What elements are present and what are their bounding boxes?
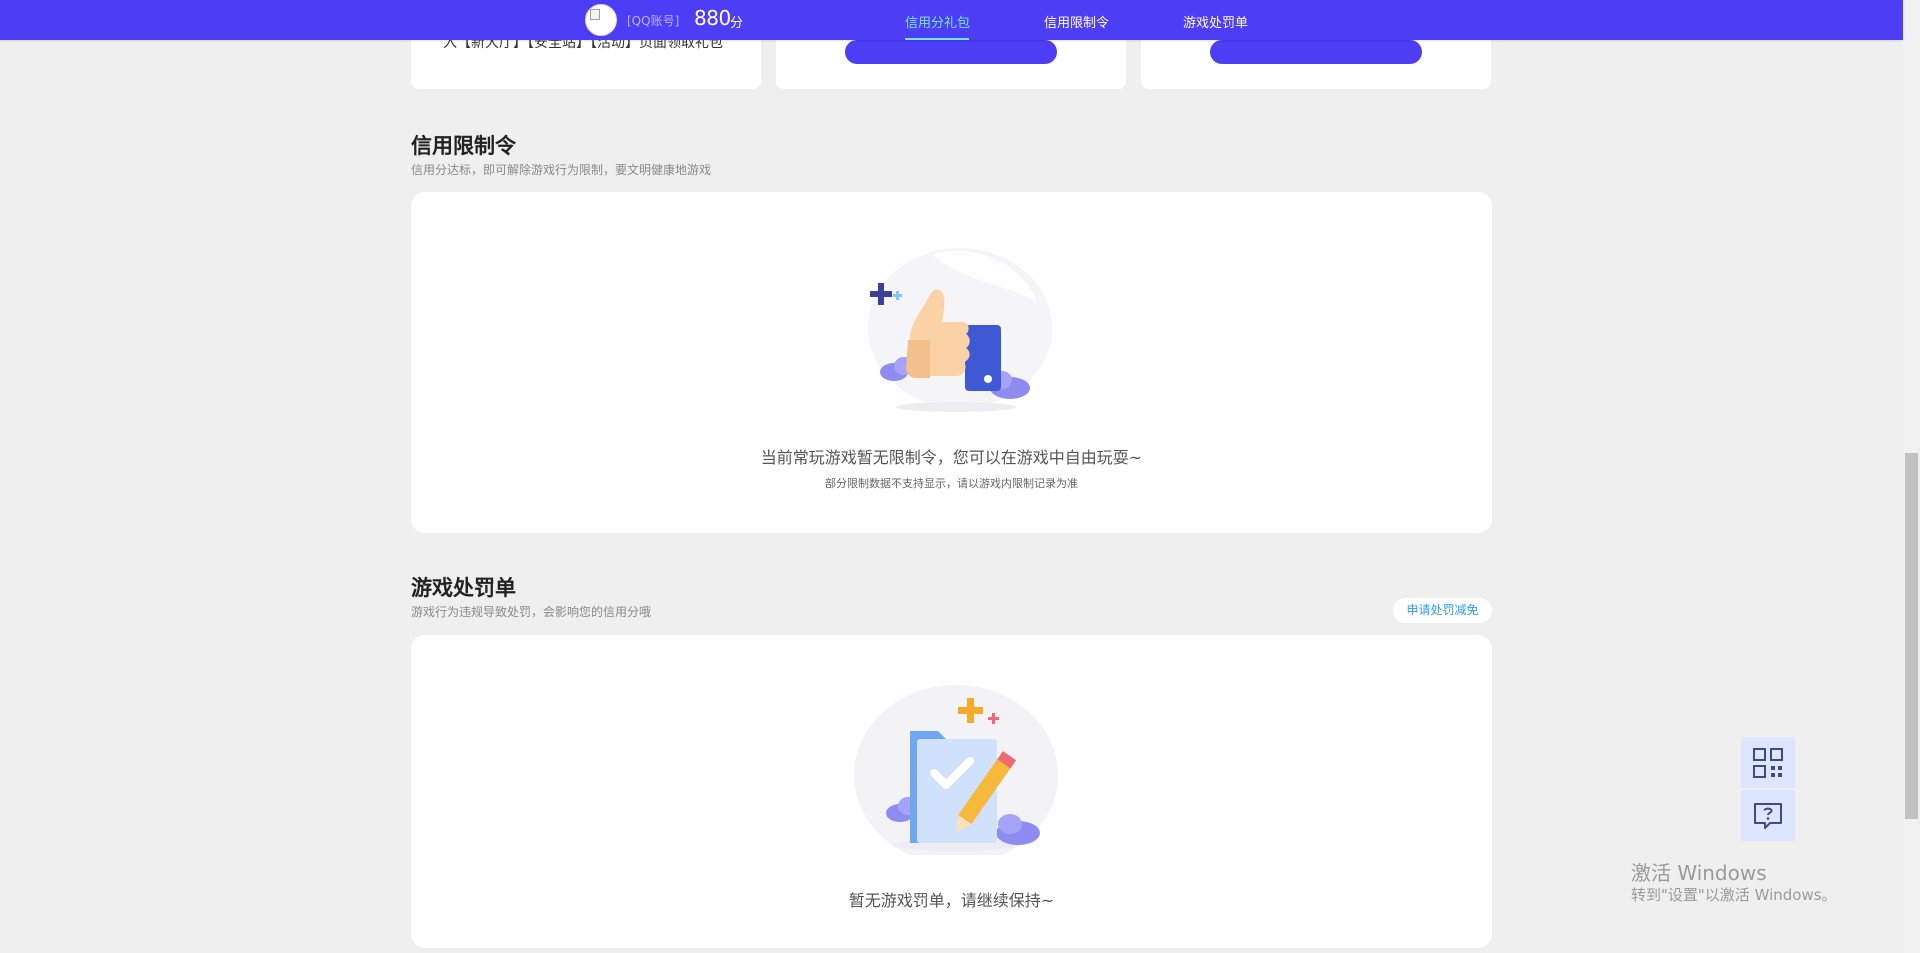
restriction-section-subtitle: 信用分达标，即可解除游戏行为限制，要文明健康地游戏 — [411, 163, 712, 177]
feedback-icon — [1754, 803, 1782, 829]
restriction-note: 部分限制数据不支持显示，请以游戏内限制记录为准 — [825, 477, 1078, 490]
gift-card-button[interactable] — [1210, 40, 1422, 64]
restriction-card: 当前常玩游戏暂无限制令，您可以在游戏中自由玩耍~ 部分限制数据不支持显示，请以游… — [411, 192, 1492, 533]
broken-image-icon — [590, 9, 600, 20]
penalty-section-title: 游戏处罚单 — [411, 576, 516, 600]
restriction-empty-text: 当前常玩游戏暂无限制令，您可以在游戏中自由玩耍~ — [760, 448, 1143, 467]
qr-code-icon — [1753, 748, 1783, 778]
feedback-button[interactable] — [1741, 790, 1795, 841]
gift-card-button[interactable] — [845, 40, 1057, 64]
penalty-empty-text: 暂无游戏罚单，请继续保持~ — [848, 891, 1055, 910]
account-label: [QQ账号] — [627, 14, 680, 28]
qr-code-button[interactable] — [1741, 737, 1795, 788]
scrollbar-thumb[interactable] — [1905, 453, 1918, 819]
thumbs-up-icon — [867, 248, 1052, 412]
tab-credit-gift[interactable]: 信用分礼包 — [905, 12, 970, 31]
restriction-section-title: 信用限制令 — [411, 134, 516, 158]
windows-watermark-title: 激活 Windows — [1631, 861, 1767, 885]
apply-penalty-reduction-button[interactable]: 申请处罚减免 — [1393, 598, 1492, 623]
avatar[interactable] — [585, 4, 617, 36]
active-tab-indicator — [905, 38, 969, 40]
tab-game-penalty[interactable]: 游戏处罚单 — [1183, 12, 1248, 31]
penalty-card: 暂无游戏罚单，请继续保持~ — [411, 635, 1492, 948]
tab-credit-restriction[interactable]: 信用限制令 — [1044, 12, 1109, 31]
top-nav-bar: [QQ账号] 880 分 信用分礼包 信用限制令 游戏处罚单 — [0, 0, 1903, 40]
credit-score-value: 880 — [694, 6, 731, 30]
windows-watermark-text: 转到"设置"以激活 Windows。 — [1631, 886, 1837, 904]
penalty-section-subtitle: 游戏行为违规导致处罚，会影响您的信用分哦 — [411, 605, 652, 619]
checked-document-icon — [853, 685, 1058, 855]
credit-score-unit: 分 — [730, 16, 744, 31]
